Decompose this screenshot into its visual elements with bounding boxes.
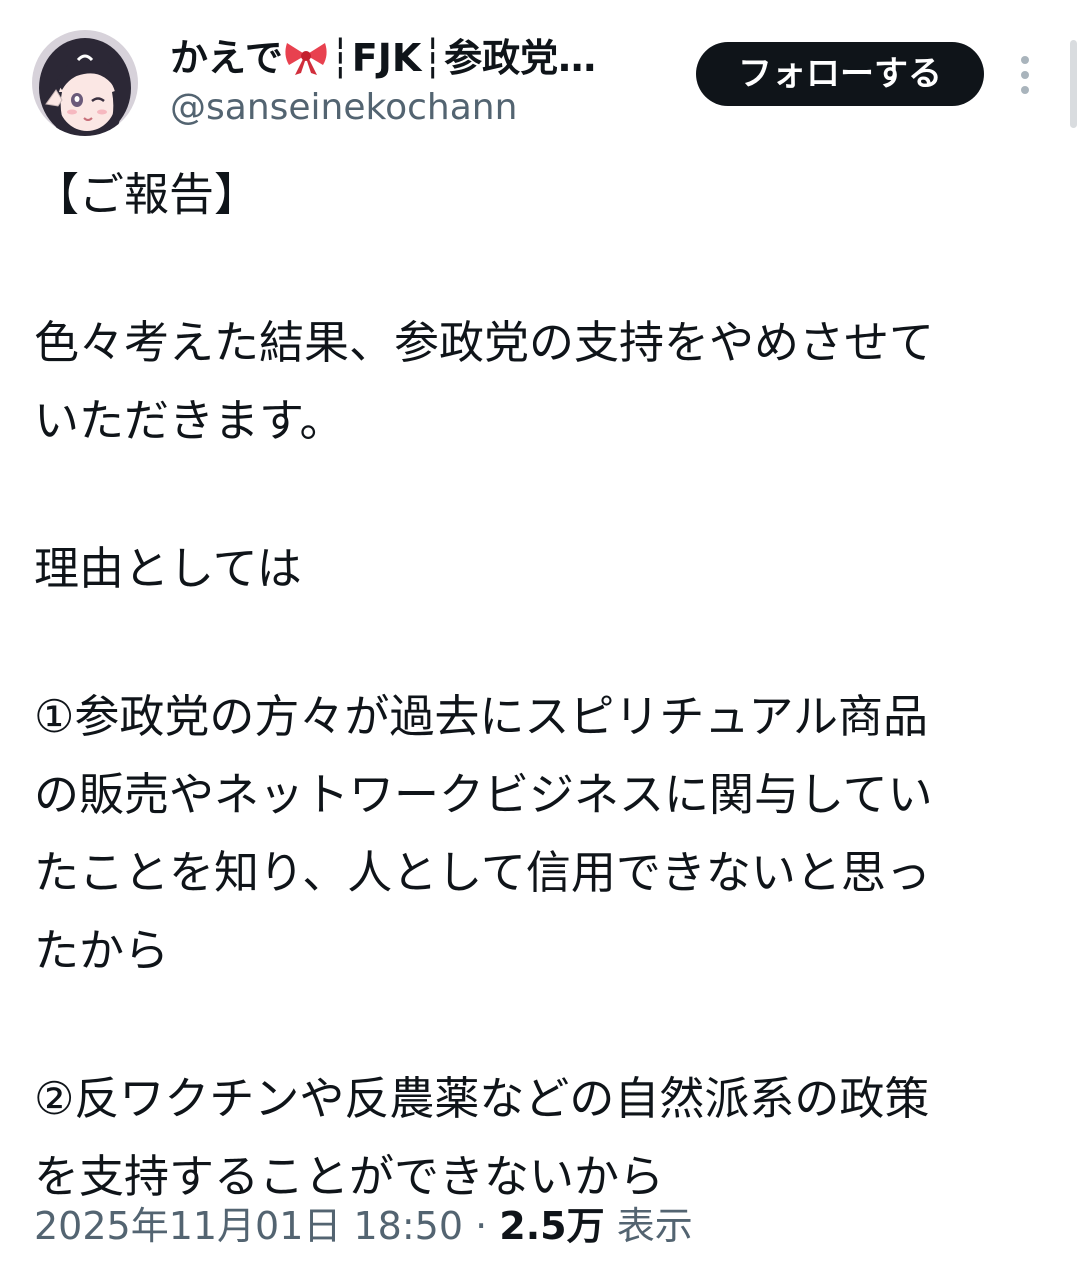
tweet-paragraph: 色々考えた結果、参政党の支持をやめさせて いただきます。 [34, 316, 935, 447]
tweet-meta: 2025年11月01日 18:50 · 2.5万 表示 [34, 1198, 693, 1254]
tweet-header: かえで ┆FJK┆参政党… @sanseinekochann フォローする [0, 0, 1079, 140]
display-name-prefix: かえで [170, 36, 283, 80]
ribbon-icon [283, 37, 329, 77]
views-label: 表示 [616, 1204, 693, 1248]
avatar[interactable] [32, 30, 138, 136]
follow-button[interactable]: フォローする [696, 42, 984, 106]
scrollbar[interactable] [1070, 40, 1077, 128]
anime-girl-avatar-icon [32, 30, 138, 136]
views-count: 2.5万 [499, 1204, 605, 1248]
more-vertical-icon[interactable] [1010, 52, 1040, 98]
timestamp-link[interactable]: 2025年11月01日 18:50 [34, 1204, 463, 1248]
meta-separator: · [475, 1204, 488, 1248]
tweet-paragraph: 理由としては [34, 542, 302, 595]
tweet-title: 【ご報告】 [34, 168, 260, 221]
tweet-text: 【ご報告】 色々考えた結果、参政党の支持をやめさせて いただきます。 理由として… [34, 156, 1044, 1216]
author-display-name[interactable]: かえで ┆FJK┆参政党… [170, 34, 670, 82]
author-handle[interactable]: @sanseinekochann [170, 86, 517, 130]
display-name-suffix: ┆FJK┆参政党… [328, 36, 597, 80]
reason-item: ②反ワクチンや反農薬などの自然派系の政策 を支持することができないから [34, 1072, 930, 1203]
reason-item: ①参政党の方々が過去にスピリチュアル商品 の販売やネットワークビジネスに関与して… [34, 690, 933, 977]
